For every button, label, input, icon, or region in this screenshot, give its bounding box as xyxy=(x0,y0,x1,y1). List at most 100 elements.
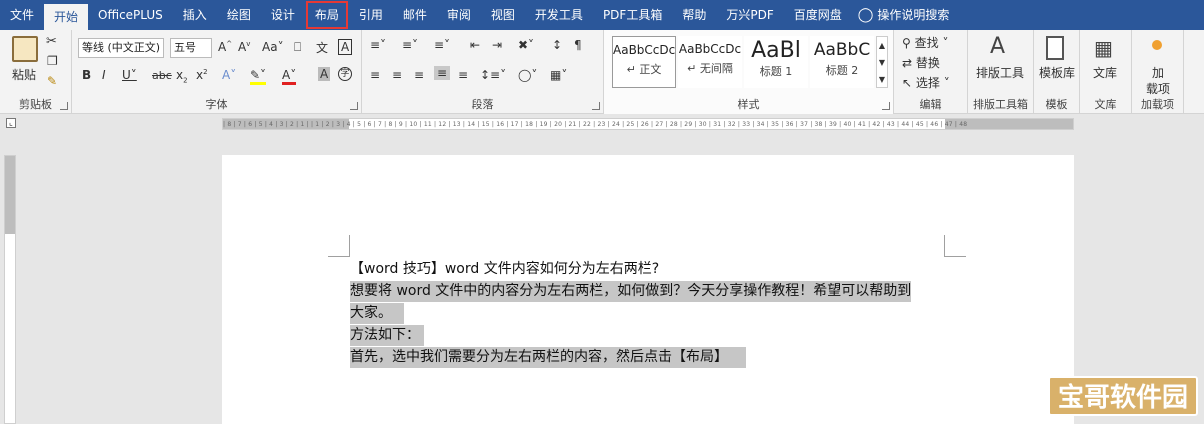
find-button[interactable]: ⚲ 查找 ˅ xyxy=(902,34,948,51)
shrink-font-icon[interactable]: Av xyxy=(238,40,250,54)
style-no-spacing[interactable]: AaBbCcDc ↵ 无间隔 xyxy=(678,36,742,88)
group-addins: 加 载项 加载项 xyxy=(1132,30,1184,114)
library-button[interactable]: 文库 xyxy=(1093,64,1117,81)
copy-icon[interactable]: ❐ xyxy=(47,54,58,68)
align-center-icon[interactable]: ≡ xyxy=(392,68,402,82)
style-sample: AaBl xyxy=(751,38,801,63)
addins-button-line1[interactable]: 加 xyxy=(1152,64,1164,81)
tab-insert[interactable]: 插入 xyxy=(173,0,217,30)
tab-developer[interactable]: 开发工具 xyxy=(525,0,593,30)
vertical-ruler[interactable] xyxy=(4,155,16,424)
strikethrough-icon[interactable]: abc xyxy=(152,69,172,82)
underline-icon[interactable]: U˅ xyxy=(122,68,137,82)
style-sample: AaBbCcDc xyxy=(678,42,742,56)
show-marks-icon[interactable]: ¶ xyxy=(574,38,582,52)
tab-baidu-netdisk[interactable]: 百度网盘 xyxy=(784,0,852,30)
clear-formatting-icon[interactable]: ⎕ xyxy=(294,40,301,55)
superscript-icon[interactable]: x2 xyxy=(196,68,208,82)
addins-button-line2[interactable]: 载项 xyxy=(1146,80,1170,97)
group-overflow xyxy=(1184,30,1204,114)
select-button[interactable]: ↖ 选择 ˅ xyxy=(902,74,950,91)
tab-view[interactable]: 视图 xyxy=(481,0,525,30)
format-painter-icon[interactable]: ✎ xyxy=(47,74,57,88)
text-effects-icon[interactable]: A˅ xyxy=(222,68,236,82)
tab-wondershare-pdf[interactable]: 万兴PDF xyxy=(716,0,783,30)
library-books-icon[interactable]: ▦ xyxy=(1094,36,1113,60)
tab-pdf-toolbox[interactable]: PDF工具箱 xyxy=(593,0,672,30)
group-label-editing: 编辑 xyxy=(919,98,942,111)
align-left-icon[interactable]: ≡ xyxy=(370,68,380,82)
find-label: 查找 xyxy=(914,36,939,50)
italic-icon[interactable]: I xyxy=(102,68,106,82)
tab-mailings[interactable]: 邮件 xyxy=(393,0,437,30)
tab-help[interactable]: 帮助 xyxy=(672,0,716,30)
bold-icon[interactable]: B xyxy=(82,68,91,82)
font-size-combo[interactable]: 五号 xyxy=(170,38,212,58)
styles-launcher-icon[interactable] xyxy=(882,102,890,110)
style-normal[interactable]: AaBbCcDc ↵ 正文 xyxy=(612,36,676,88)
numbering-icon[interactable]: ≡˅ xyxy=(402,38,418,52)
horizontal-ruler[interactable]: | 8 | 7 | 6 | 5 | 4 | 3 | 2 | 1 | | 1 | … xyxy=(222,118,1074,130)
group-label-font: 字体 xyxy=(205,98,228,111)
chinese-layout-icon[interactable]: ✖˅ xyxy=(518,38,534,52)
template-library-icon[interactable] xyxy=(1046,36,1064,60)
group-template: 模板库 模板 xyxy=(1034,30,1080,114)
tab-review[interactable]: 审阅 xyxy=(437,0,481,30)
justify-icon[interactable]: ≡ xyxy=(434,66,451,80)
style-heading-1[interactable]: AaBl 标题 1 xyxy=(744,36,808,88)
sort-icon[interactable]: ↕ xyxy=(552,38,562,52)
styles-scroll-icon[interactable]: ▲ ▼ ▼ xyxy=(876,36,888,88)
multilevel-list-icon[interactable]: ≡˅ xyxy=(434,38,450,52)
clipboard-launcher-icon[interactable] xyxy=(60,102,68,110)
replace-button[interactable]: ⇄ 替换 xyxy=(902,54,940,71)
increase-indent-icon[interactable]: ⇥ xyxy=(492,38,502,52)
tab-references[interactable]: 引用 xyxy=(349,0,393,30)
search-icon: ⚲ xyxy=(902,36,915,50)
vertical-ruler-top-margin xyxy=(5,156,15,234)
paste-icon[interactable] xyxy=(12,36,38,62)
decrease-indent-icon[interactable]: ⇤ xyxy=(470,38,480,52)
addins-icon[interactable] xyxy=(1152,40,1162,50)
tab-layout[interactable]: 布局 xyxy=(305,0,349,30)
group-library: ▦ 文库 文库 xyxy=(1080,30,1132,114)
document-page[interactable]: 【word 技巧】word 文件内容如何分为左右两栏? 想要将 word 文件中… xyxy=(222,155,1074,424)
character-border-icon[interactable]: A xyxy=(338,39,353,55)
grow-font-icon[interactable]: A^ xyxy=(218,40,232,54)
style-heading-2[interactable]: AaBbC 标题 2 xyxy=(810,36,874,88)
font-color-icon[interactable]: A˅ xyxy=(282,68,297,85)
font-name-combo[interactable]: 等线 (中文正文) xyxy=(78,38,164,58)
bullets-icon[interactable]: ≡˅ xyxy=(370,38,386,52)
typeset-tool-button[interactable]: 排版工具 xyxy=(976,64,1024,81)
typeset-tool-icon[interactable]: A xyxy=(990,34,1005,59)
ribbon: 粘贴 ✂ ❐ ✎ 剪贴板 等线 (中文正文) 五号 A^ Av Aa˅ ⎕ 文 … xyxy=(0,30,1204,114)
borders-icon[interactable]: ▦˅ xyxy=(550,68,567,82)
subscript-icon[interactable]: x2 xyxy=(176,68,188,84)
replace-icon: ⇄ xyxy=(902,56,916,70)
style-name: ↵ 正文 xyxy=(626,63,662,76)
line-spacing-icon[interactable]: ↕≡˅ xyxy=(480,68,506,82)
tell-me-search[interactable]: 操作说明搜索 xyxy=(873,0,959,30)
distributed-icon[interactable]: ≡ xyxy=(458,68,468,82)
tab-officeplus[interactable]: OfficePLUS xyxy=(88,0,173,30)
doc-title-line: 【word 技巧】word 文件内容如何分为左右两栏? xyxy=(350,261,660,277)
style-name: ↵ 无间隔 xyxy=(687,62,733,75)
change-case-icon[interactable]: Aa˅ xyxy=(262,40,284,54)
character-shading-icon[interactable]: A xyxy=(318,67,331,81)
cut-icon[interactable]: ✂ xyxy=(46,34,57,49)
shading-icon[interactable]: ◯˅ xyxy=(518,68,537,82)
phonetic-guide-icon[interactable]: 文 xyxy=(316,39,328,56)
tab-draw[interactable]: 绘图 xyxy=(217,0,261,30)
tab-file[interactable]: 文件 xyxy=(0,0,44,30)
paragraph-launcher-icon[interactable] xyxy=(592,102,600,110)
watermark-logo: 宝哥软件园 xyxy=(1047,376,1198,416)
paste-button[interactable]: 粘贴 xyxy=(12,66,36,83)
style-sample: AaBbCcDc xyxy=(613,43,675,57)
enclose-characters-icon[interactable]: 字 xyxy=(338,67,352,81)
tab-home[interactable]: 开始 xyxy=(44,4,89,30)
tab-design[interactable]: 设计 xyxy=(261,0,305,30)
tab-selector-icon[interactable]: ⌞ xyxy=(6,118,16,128)
highlight-color-icon[interactable]: ✎˅ xyxy=(250,68,267,85)
align-right-icon[interactable]: ≡ xyxy=(414,68,424,82)
template-library-button[interactable]: 模板库 xyxy=(1039,64,1075,81)
font-launcher-icon[interactable] xyxy=(350,102,358,110)
